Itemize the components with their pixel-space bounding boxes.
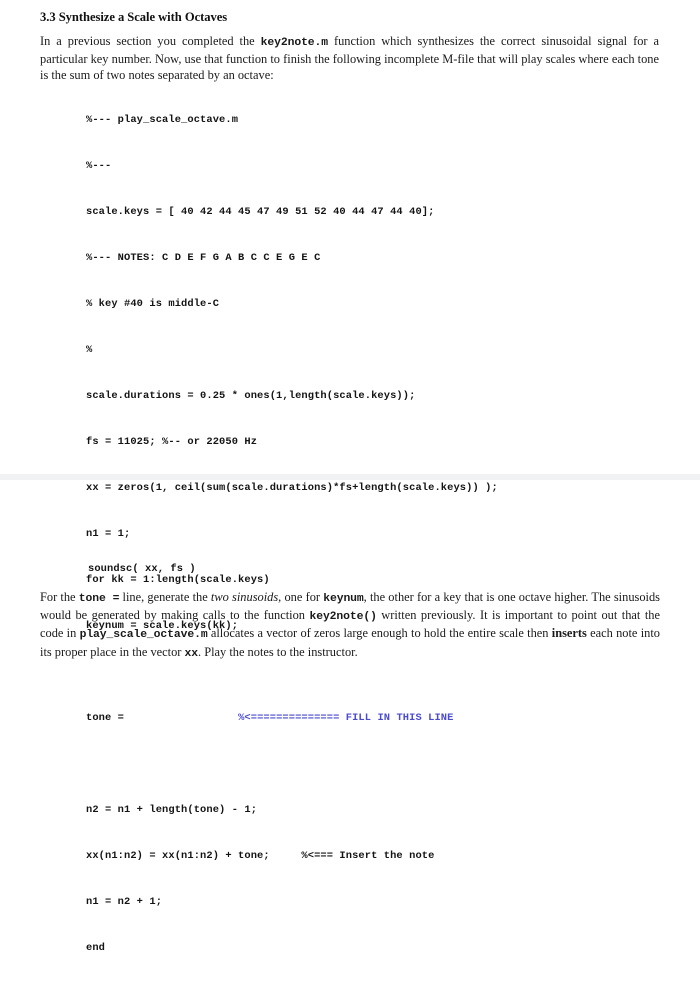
code-line: % key #40 is middle-C	[86, 297, 220, 310]
emphasis-inserts: inserts	[551, 626, 587, 641]
inline-code-tone-assign: tone =	[78, 593, 120, 605]
inline-code-key2note-call: key2note()	[309, 611, 377, 624]
inline-code-key2note-m: key2note.m	[260, 37, 329, 49]
code-line: scale.keys = [ 40 42 44 45 47 49 51 52 4…	[86, 205, 435, 218]
document-page: 3.3 Synthesize a Scale with Octaves In a…	[0, 0, 700, 954]
code-line-soundsc: soundsc( xx, fs )	[88, 563, 196, 575]
matlab-code-block: %--- play_scale_octave.m %--- scale.keys…	[86, 82, 498, 987]
code-line: %	[86, 343, 93, 356]
inline-code-xx: xx	[184, 647, 199, 660]
outro-text-part-3: , one for	[278, 590, 324, 604]
outro-text-part-6: allocates a vector of zeros large enough…	[207, 626, 552, 641]
code-line: %--- play_scale_octave.m	[86, 113, 239, 126]
outro-text-part-2: line, generate the	[119, 590, 211, 604]
page-break-separator	[0, 474, 700, 480]
outro-paragraph: For the tone = line, generate the two si…	[40, 589, 660, 662]
inline-code-keynum: keynum	[323, 593, 364, 605]
outro-text-part-8: . Play the notes to the instructor.	[198, 644, 358, 659]
code-line: %---	[86, 159, 112, 172]
inline-code-play-scale-octave-m: play_scale_octave.m	[79, 629, 208, 642]
code-line: end	[86, 942, 106, 955]
code-line-fill-in: tone = %<============== FILL IN THIS LIN…	[86, 711, 498, 726]
fill-in-this-line-marker: %<============== FILL IN THIS LINE	[238, 712, 454, 725]
emphasis-two-sinusoids: two sinusoids	[210, 590, 279, 604]
intro-paragraph: In a previous section you completed the …	[40, 33, 659, 84]
code-line: scale.durations = 0.25 * ones(1,length(s…	[86, 389, 416, 402]
code-line: n2 = n1 + length(tone) - 1;	[86, 804, 258, 817]
intro-text-part-1: In a previous section you completed the	[40, 34, 261, 48]
code-line: xx = zeros(1, ceil(sum(scale.durations)*…	[86, 481, 498, 494]
code-line: n1 = n2 + 1;	[86, 896, 163, 909]
code-fill-in-stub: tone =	[86, 712, 239, 725]
page-title: 3.3 Synthesize a Scale with Octaves	[40, 10, 228, 24]
code-line: %--- NOTES: C D E F G A B C C E G E C	[86, 251, 321, 264]
outro-text-part-1: For the	[40, 590, 79, 604]
code-line: fs = 11025; %-- or 22050 Hz	[86, 435, 258, 448]
code-line: xx(n1:n2) = xx(n1:n2) + tone; %<=== Inse…	[86, 850, 435, 863]
code-line: n1 = 1;	[86, 527, 131, 540]
